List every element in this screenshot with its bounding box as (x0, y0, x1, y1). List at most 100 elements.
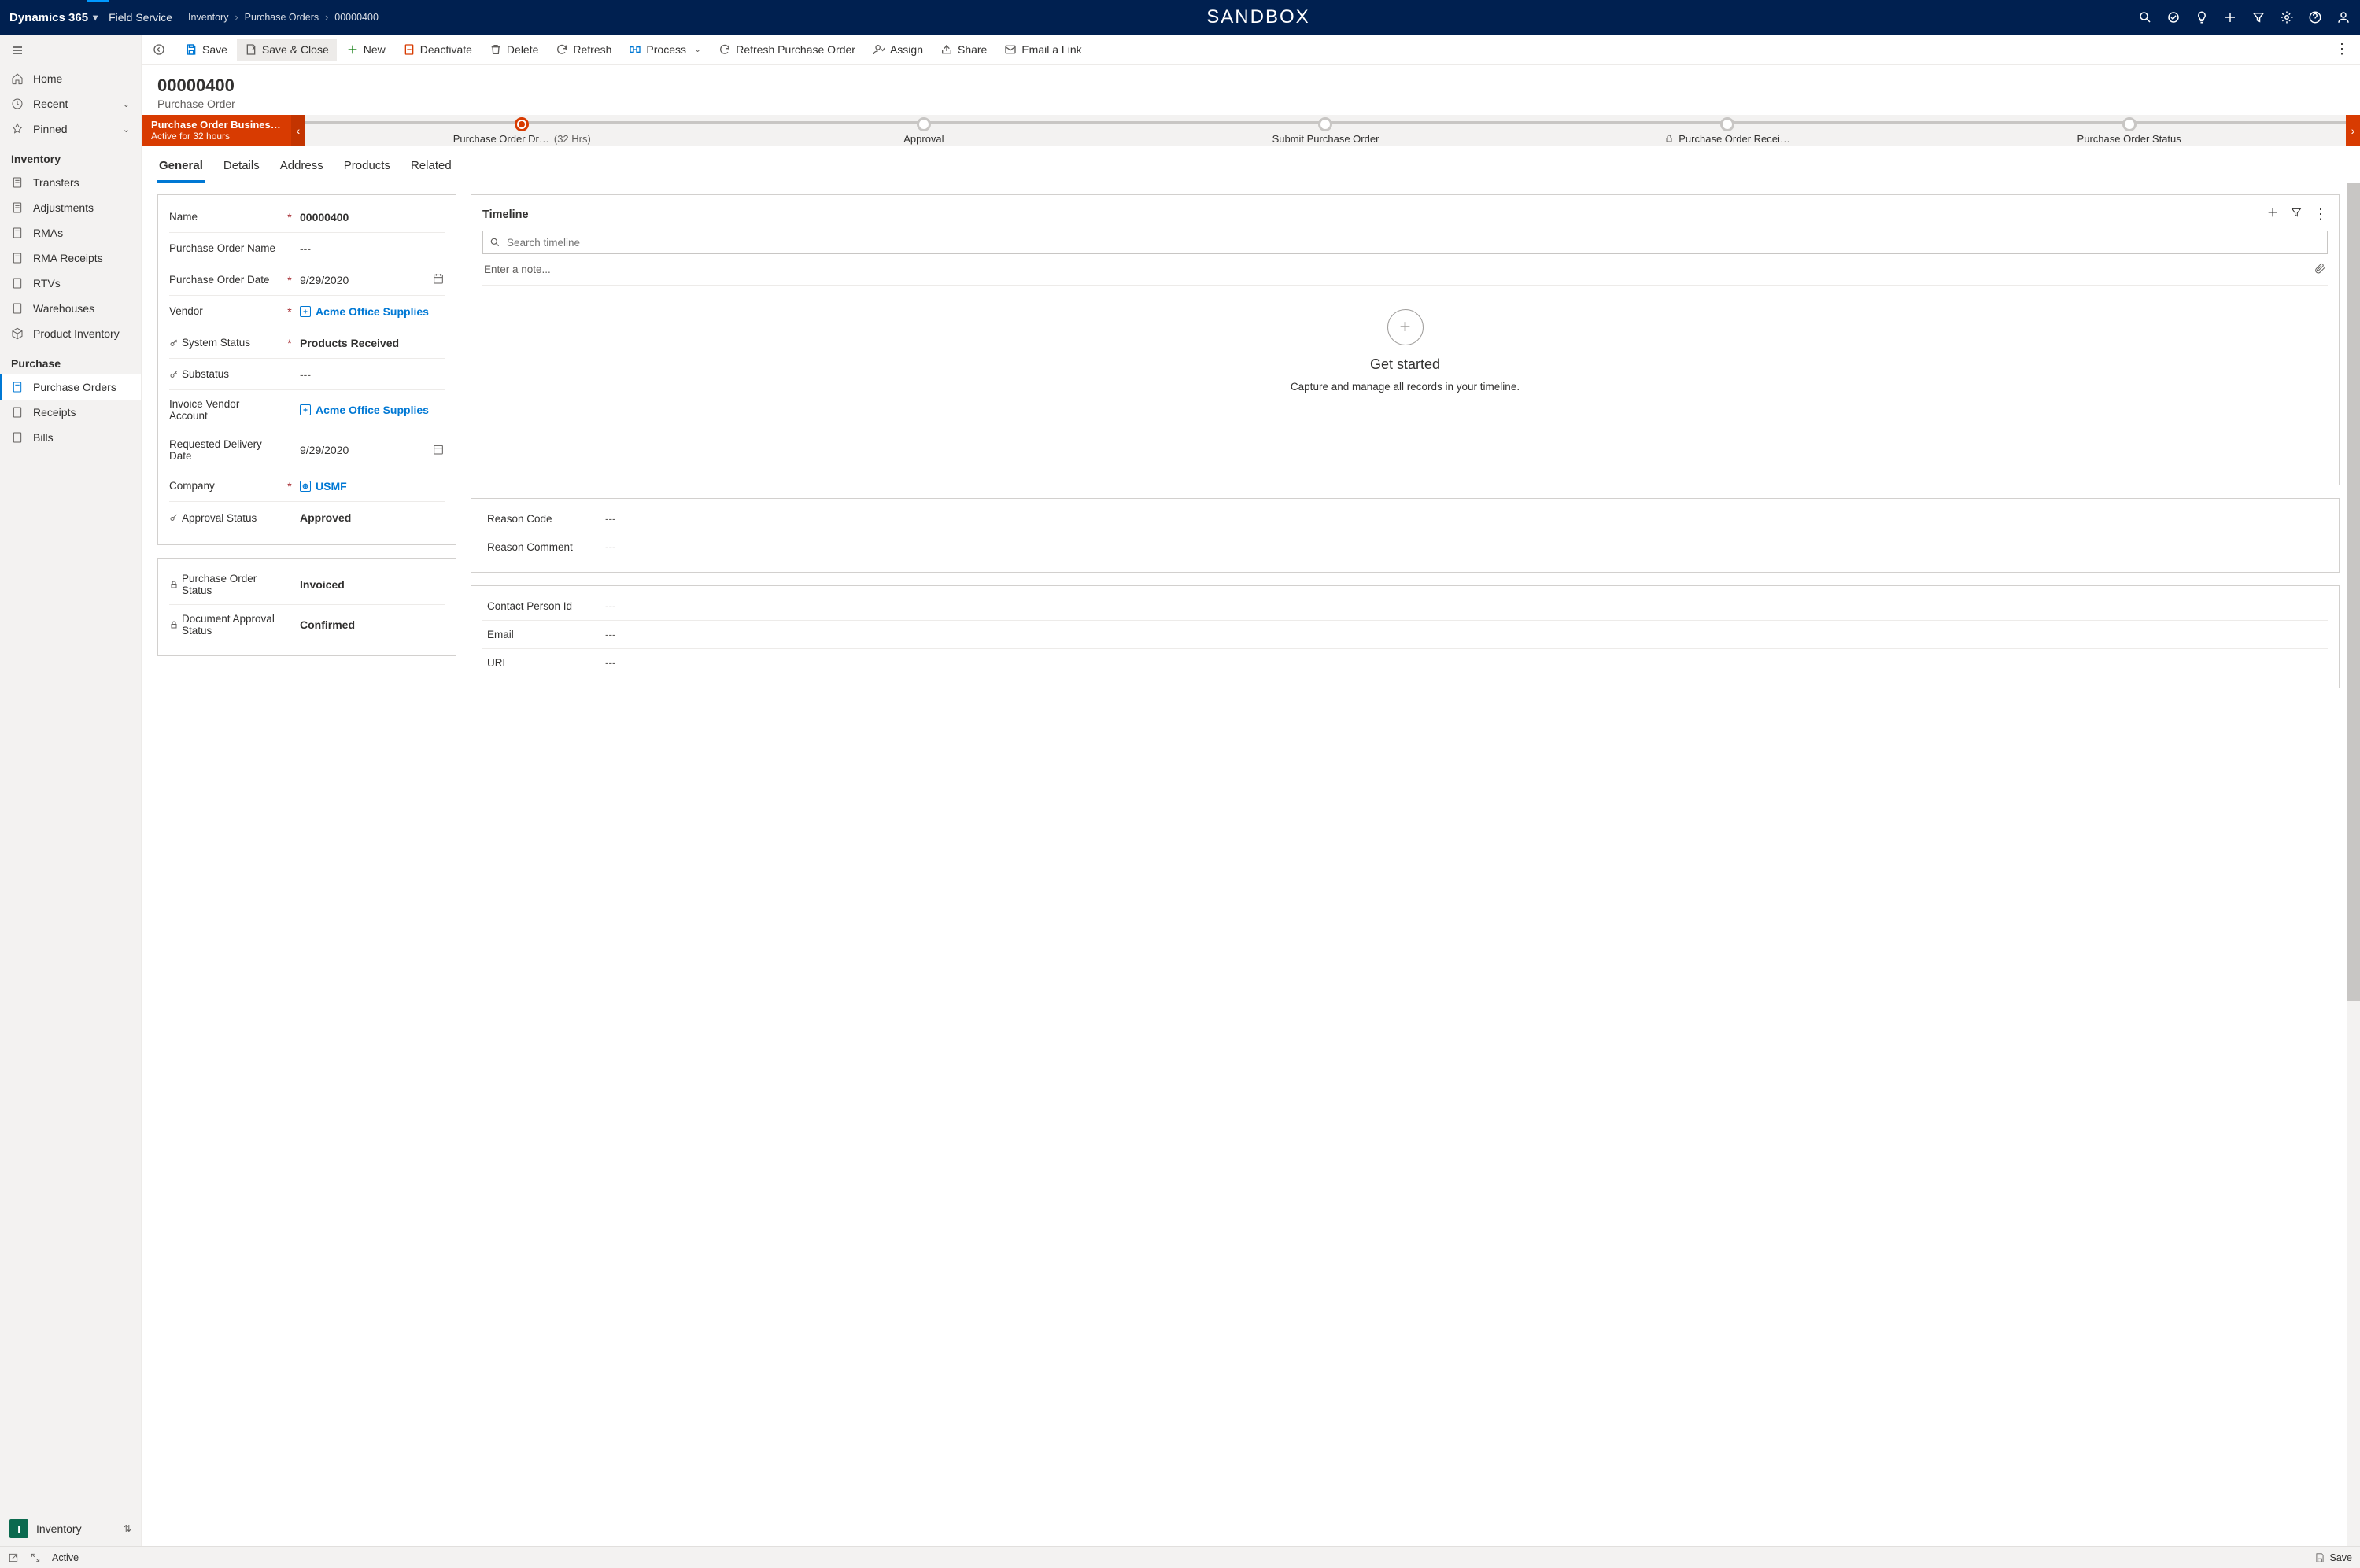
sidebar-item-purchase-orders[interactable]: Purchase Orders (0, 374, 141, 400)
sidebar-item-rma-receipts[interactable]: RMA Receipts (0, 245, 141, 271)
field-reason-code[interactable]: Reason Code--- (482, 505, 2328, 533)
bpf-stage[interactable]: Purchase Order Status (1928, 116, 2330, 145)
bpf-next-button[interactable]: › (2346, 115, 2360, 146)
field-value[interactable]: --- (605, 600, 616, 612)
sidebar-item-rmas[interactable]: RMAs (0, 220, 141, 245)
bpf-stage[interactable]: Submit Purchase Order (1125, 116, 1527, 145)
expand-icon[interactable] (30, 1552, 41, 1563)
breadcrumb-item[interactable]: Inventory (188, 12, 228, 23)
updown-icon[interactable]: ⇅ (124, 1523, 131, 1534)
tab-details[interactable]: Details (222, 154, 261, 183)
field-name[interactable]: Name * 00000400 (169, 201, 445, 233)
sidebar-item-rtvs[interactable]: RTVs (0, 271, 141, 296)
share-button[interactable]: Share (933, 39, 995, 61)
timeline-getstarted-icon[interactable]: + (1387, 309, 1424, 345)
tab-related[interactable]: Related (409, 154, 453, 183)
timeline-note-input[interactable]: Enter a note... (482, 254, 2328, 286)
hamburger-button[interactable] (0, 35, 141, 66)
refresh-po-button[interactable]: Refresh Purchase Order (711, 39, 863, 61)
sidebar-item-receipts[interactable]: Receipts (0, 400, 141, 425)
more-commands-button[interactable]: ⋮ (2327, 36, 2357, 62)
tab-general[interactable]: General (157, 154, 205, 183)
process-button[interactable]: Process⌄ (621, 39, 709, 61)
field-value[interactable]: --- (605, 657, 616, 669)
bpf-stage[interactable]: Approval (723, 116, 1125, 145)
sidebar-item-home[interactable]: Home (0, 66, 141, 91)
field-system-status[interactable]: System Status * Products Received (169, 327, 445, 359)
field-vendor[interactable]: Vendor * Acme Office Supplies (169, 296, 445, 327)
field-value[interactable]: Approved (300, 511, 445, 524)
lookup-link[interactable]: USMF (300, 480, 347, 493)
gear-icon[interactable] (2280, 10, 2294, 24)
sidebar-item-bills[interactable]: Bills (0, 425, 141, 450)
field-company[interactable]: Company * USMF (169, 470, 445, 502)
sidebar-item-warehouses[interactable]: Warehouses (0, 296, 141, 321)
help-icon[interactable] (2308, 10, 2322, 24)
email-link-button[interactable]: Email a Link (996, 39, 1089, 61)
field-reason-comment[interactable]: Reason Comment--- (482, 533, 2328, 561)
field-po-date[interactable]: Purchase Order Date * 9/29/2020 (169, 264, 445, 296)
assign-button[interactable]: Assign (865, 39, 931, 61)
bpf-stage[interactable]: Purchase Order Recei… (1527, 116, 1929, 145)
timeline-add-button[interactable] (2266, 206, 2279, 223)
new-button[interactable]: New (338, 39, 393, 61)
sidebar-item-recent[interactable]: Recent ⌄ (0, 91, 141, 116)
back-button[interactable] (145, 39, 173, 61)
field-value[interactable]: --- (605, 629, 616, 640)
calendar-icon[interactable] (432, 443, 445, 458)
breadcrumb-item[interactable]: 00000400 (334, 12, 379, 23)
field-value[interactable]: 00000400 (300, 211, 445, 223)
bpf-stage[interactable]: Purchase Order Dr…(32 Hrs) (321, 116, 723, 145)
add-icon[interactable] (2223, 10, 2237, 24)
save-button[interactable]: Save (177, 39, 235, 61)
field-value[interactable]: 9/29/2020 (300, 443, 445, 458)
save-close-button[interactable]: Save & Close (237, 39, 337, 61)
field-value[interactable]: USMF (300, 480, 445, 493)
timeline-filter-button[interactable] (2290, 206, 2303, 223)
field-invoice-vendor[interactable]: Invoice Vendor Account Acme Office Suppl… (169, 390, 445, 430)
popout-icon[interactable] (8, 1552, 19, 1563)
field-req-delivery[interactable]: Requested Delivery Date 9/29/2020 (169, 430, 445, 470)
task-icon[interactable] (2166, 10, 2181, 24)
timeline-search[interactable] (482, 231, 2328, 254)
delete-button[interactable]: Delete (482, 39, 546, 61)
field-value[interactable]: Acme Office Supplies (300, 404, 445, 416)
field-url[interactable]: URL--- (482, 649, 2328, 677)
search-icon[interactable] (2138, 10, 2152, 24)
breadcrumb-item[interactable]: Purchase Orders (245, 12, 319, 23)
field-value[interactable]: --- (300, 242, 445, 255)
sidebar-item-adjustments[interactable]: Adjustments (0, 195, 141, 220)
brand[interactable]: Dynamics 365 ▾ (9, 11, 98, 24)
field-value[interactable]: --- (605, 513, 616, 525)
field-value[interactable]: Acme Office Supplies (300, 305, 445, 318)
attach-icon[interactable] (2314, 262, 2326, 277)
timeline-more-button[interactable]: ⋮ (2314, 206, 2328, 223)
field-contact-person[interactable]: Contact Person Id--- (482, 592, 2328, 621)
area-switcher[interactable]: I Inventory ⇅ (0, 1511, 141, 1546)
user-icon[interactable] (2336, 10, 2351, 24)
scrollbar-thumb[interactable] (2347, 183, 2360, 1001)
refresh-button[interactable]: Refresh (548, 39, 619, 61)
tab-address[interactable]: Address (279, 154, 325, 183)
bpf-name-badge[interactable]: Purchase Order Business … Active for 32 … (142, 115, 291, 146)
vertical-scrollbar[interactable] (2347, 183, 2360, 1546)
lookup-link[interactable]: Acme Office Supplies (300, 305, 429, 318)
footer-save-button[interactable]: Save (2314, 1552, 2353, 1563)
tab-products[interactable]: Products (342, 154, 392, 183)
bpf-prev-button[interactable]: ‹ (291, 115, 305, 146)
field-email[interactable]: Email--- (482, 621, 2328, 649)
lightbulb-icon[interactable] (2195, 10, 2209, 24)
timeline-search-input[interactable] (507, 237, 2321, 249)
deactivate-button[interactable]: Deactivate (395, 39, 480, 61)
sidebar-item-transfers[interactable]: Transfers (0, 170, 141, 195)
sidebar-item-pinned[interactable]: Pinned ⌄ (0, 116, 141, 142)
field-value[interactable]: 9/29/2020 (300, 272, 445, 287)
sidebar-item-product-inventory[interactable]: Product Inventory (0, 321, 141, 346)
lookup-link[interactable]: Acme Office Supplies (300, 404, 429, 416)
field-value[interactable]: Products Received (300, 337, 445, 349)
field-po-name[interactable]: Purchase Order Name --- (169, 233, 445, 264)
filter-icon[interactable] (2251, 10, 2266, 24)
field-substatus[interactable]: Substatus --- (169, 359, 445, 390)
app-name[interactable]: Field Service (109, 11, 172, 24)
field-approval-status[interactable]: Approval Status Approved (169, 502, 445, 533)
